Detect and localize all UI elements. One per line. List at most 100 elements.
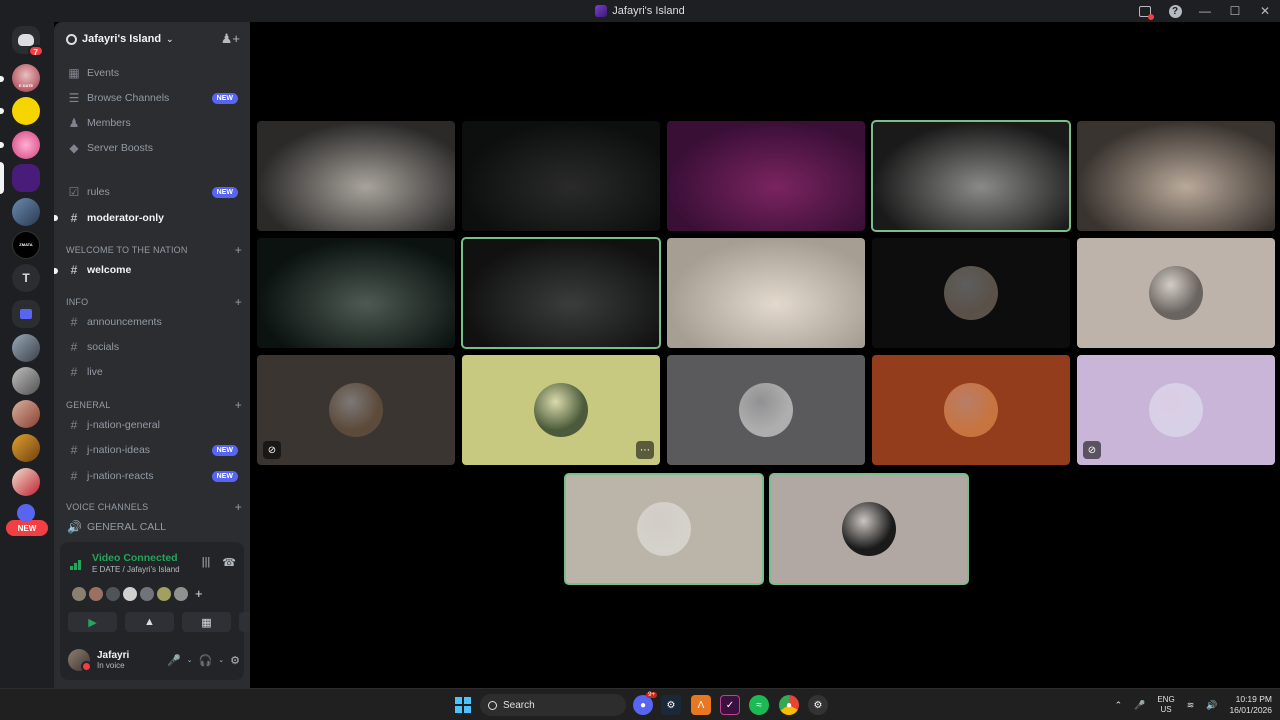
avatar[interactable] <box>68 649 92 672</box>
steam-taskbar-button[interactable]: ⚙ <box>661 695 681 715</box>
disconnect-icon[interactable]: ☎ <box>222 556 236 569</box>
participant-tile[interactable] <box>564 473 764 585</box>
taskbar-search[interactable]: Search <box>480 694 626 716</box>
video-tile[interactable] <box>667 238 865 348</box>
server-photo-5[interactable] <box>12 468 40 496</box>
server-partial[interactable] <box>17 504 35 522</box>
category-general[interactable]: GENERAL + <box>66 397 242 413</box>
close-window-button[interactable]: ✕ <box>1250 0 1280 22</box>
voice-location[interactable]: E DATE / Jafayri's Island <box>92 565 180 574</box>
screen-share-button[interactable]: ▲ <box>125 612 174 632</box>
sidebar-item-browse-channels[interactable]: ☰ Browse Channels NEW <box>62 87 242 109</box>
video-tile[interactable] <box>462 121 660 231</box>
participant-tile[interactable] <box>872 238 1070 348</box>
clock[interactable]: 10:19 PM 16/01/2026 <box>1229 694 1272 716</box>
video-tile[interactable] <box>257 238 455 348</box>
language-indicator[interactable]: ENG US <box>1157 695 1174 715</box>
participant-tile[interactable] <box>872 355 1070 465</box>
screen-share-icon: ▲ <box>144 616 155 628</box>
video-tile[interactable] <box>461 237 661 349</box>
direct-messages-button[interactable]: 7 <box>12 26 44 57</box>
app-taskbar-button[interactable]: Λ <box>691 695 711 715</box>
microphone-tray-icon[interactable]: 🎤 <box>1134 700 1145 711</box>
participant-tile[interactable] <box>667 355 865 465</box>
server-photo-1[interactable] <box>12 334 40 362</box>
participant-tile[interactable] <box>1077 238 1275 348</box>
app2-taskbar-button[interactable]: ⚙ <box>808 695 828 715</box>
participant-tile[interactable]: ⋯ <box>462 355 660 465</box>
editor-taskbar-button[interactable]: ✓ <box>720 695 740 715</box>
settings-gear-icon[interactable]: ⚙ <box>230 654 240 667</box>
avatar[interactable] <box>89 586 103 601</box>
discord-taskbar-button[interactable]: ● 9+ <box>633 692 657 715</box>
video-tile[interactable] <box>1077 121 1275 231</box>
more-options-icon[interactable]: ⋯ <box>636 441 654 459</box>
activities-button[interactable]: ▦ <box>182 612 231 632</box>
volume-icon[interactable]: 🔊 <box>1206 700 1217 711</box>
create-channel-icon[interactable]: + <box>235 500 242 514</box>
maximize-button[interactable]: ☐ <box>1220 0 1250 22</box>
sidebar-item-members[interactable]: ♟ Members <box>62 112 242 134</box>
avatar[interactable] <box>157 586 171 601</box>
avatar[interactable] <box>72 586 86 601</box>
server-photo-2[interactable] <box>12 367 40 395</box>
headphones-icon[interactable]: 🎧 <box>199 654 213 667</box>
wifi-icon[interactable]: ≋ <box>1187 700 1195 711</box>
create-channel-icon[interactable]: + <box>235 398 242 412</box>
noise-suppression-icon[interactable]: ||| <box>202 556 211 569</box>
server-yellow[interactable] <box>12 97 40 125</box>
server-pink[interactable] <box>12 131 40 159</box>
spotify-taskbar-button[interactable]: ≈ <box>749 695 769 715</box>
chevron-down-icon[interactable]: ⌄ <box>187 656 193 664</box>
server-folder[interactable] <box>12 300 40 328</box>
channel-moderator-only[interactable]: # moderator-only <box>62 207 242 229</box>
server-header[interactable]: Jafayri's Island ⌄ ♟+ <box>54 22 250 56</box>
microphone-icon[interactable]: 🎤 <box>167 654 181 667</box>
chevron-up-icon[interactable]: ⌃ <box>1115 700 1123 711</box>
avatar[interactable] <box>174 586 188 601</box>
sidebar-item-events[interactable]: ▦ Events <box>62 62 242 84</box>
invite-plus-icon[interactable]: + <box>195 586 203 601</box>
channel-rules[interactable]: ☑ rules NEW <box>62 181 242 203</box>
channel-j-nation-ideas[interactable]: # j-nation-ideas NEW <box>62 439 242 461</box>
participant-tile[interactable]: ⊘ <box>257 355 455 465</box>
channel-welcome[interactable]: # welcome <box>62 259 242 281</box>
soundboard-button[interactable]: ♫ <box>239 612 250 632</box>
avatar[interactable] <box>140 586 154 601</box>
channel-socials[interactable]: # socials <box>62 336 242 358</box>
chevron-down-icon[interactable]: ⌄ <box>218 656 224 664</box>
help-button[interactable]: ? <box>1160 0 1190 22</box>
server-photo-4[interactable] <box>12 434 40 462</box>
new-servers-pill[interactable]: NEW <box>6 520 48 536</box>
server-t[interactable]: T <box>12 264 40 292</box>
channel-announcements[interactable]: # announcements <box>62 311 242 333</box>
participant-tile[interactable] <box>769 473 969 585</box>
inbox-button[interactable] <box>1130 0 1160 22</box>
server-blue[interactable] <box>12 198 40 226</box>
category-voice-channels[interactable]: VOICE CHANNELS + <box>66 499 242 515</box>
category-info[interactable]: INFO + <box>66 294 242 310</box>
avatar[interactable] <box>106 586 120 601</box>
server-photo-3[interactable] <box>12 400 40 428</box>
video-tile[interactable] <box>257 121 455 231</box>
minimize-button[interactable]: — <box>1190 0 1220 22</box>
voice-channel-general-call[interactable]: 🔊 GENERAL CALL <box>62 516 242 538</box>
channel-j-nation-general[interactable]: # j-nation-general <box>62 414 242 436</box>
category-welcome[interactable]: WELCOME TO THE NATION + <box>66 242 242 258</box>
channel-j-nation-reacts[interactable]: # j-nation-reacts NEW <box>62 465 242 487</box>
participant-tile[interactable]: ⊘ <box>1077 355 1275 465</box>
server-jafayris-island[interactable] <box>12 164 40 192</box>
avatar[interactable] <box>123 586 137 601</box>
camera-button[interactable]: ▶ <box>68 612 117 632</box>
invite-people-icon[interactable]: ♟+ <box>221 31 240 47</box>
signal-icon[interactable] <box>70 556 84 570</box>
sidebar-item-server-boosts[interactable]: ◆ Server Boosts <box>62 137 242 159</box>
channel-live[interactable]: # live <box>62 361 242 383</box>
username[interactable]: Jafayri <box>97 650 167 661</box>
video-tile[interactable] <box>667 121 865 231</box>
chrome-taskbar-button[interactable]: ● <box>779 695 799 715</box>
video-tile[interactable] <box>871 120 1071 232</box>
start-button[interactable] <box>455 697 471 713</box>
create-channel-icon[interactable]: + <box>235 295 242 309</box>
create-channel-icon[interactable]: + <box>235 243 242 257</box>
